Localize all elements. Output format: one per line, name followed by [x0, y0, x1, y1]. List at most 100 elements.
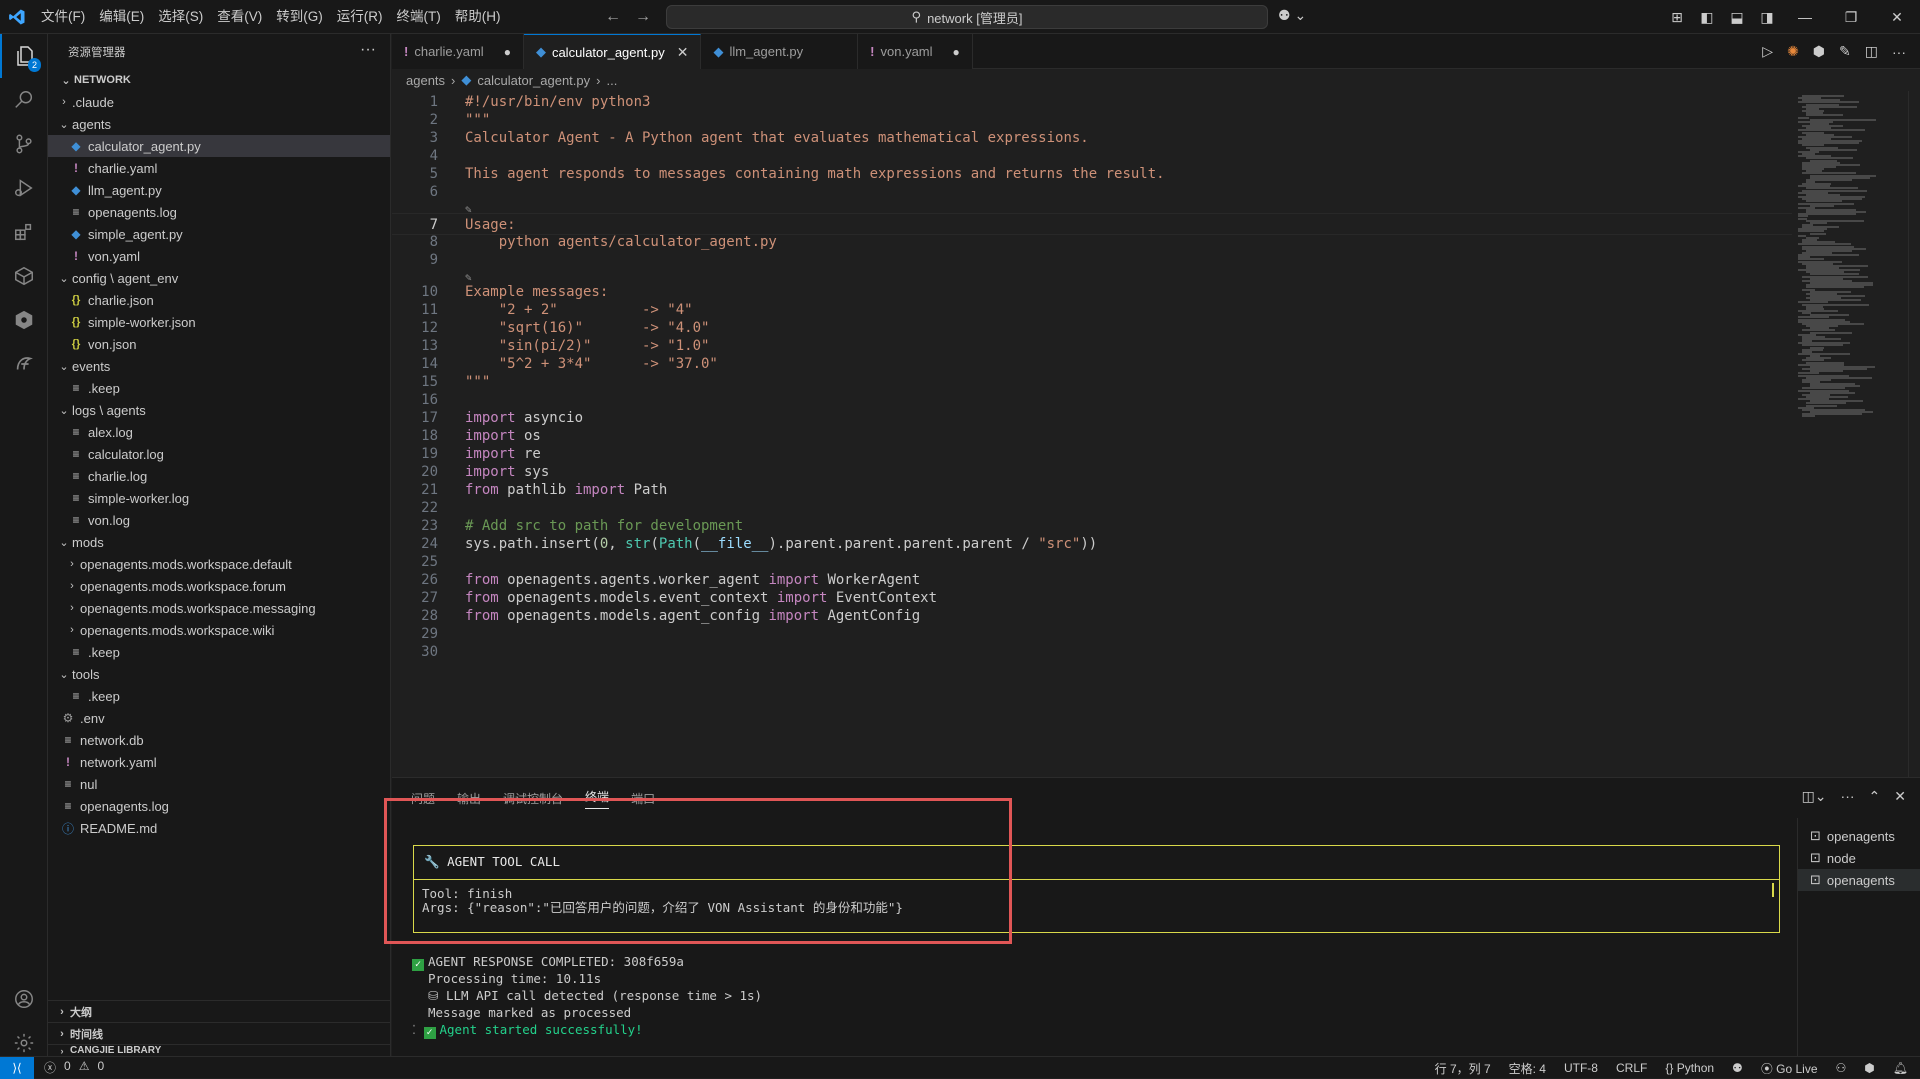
- tree-folder[interactable]: ⌄ logs \ agents: [48, 399, 390, 421]
- tree-folder[interactable]: › openagents.mods.workspace.forum: [48, 575, 390, 597]
- menu-terminal[interactable]: 终端(T): [390, 0, 448, 34]
- back-arrow-icon[interactable]: ←: [605, 8, 621, 26]
- tree-file[interactable]: ◆ llm_agent.py: [48, 179, 390, 201]
- code-line[interactable]: 6: [392, 181, 1792, 203]
- explorer-icon[interactable]: 2: [0, 34, 48, 78]
- tree-file[interactable]: ◆ simple_agent.py: [48, 223, 390, 245]
- remote-explorer-icon[interactable]: [0, 254, 48, 298]
- terminal-item[interactable]: ⊡ node: [1798, 847, 1920, 869]
- tree-folder[interactable]: ⌄ tools: [48, 663, 390, 685]
- tree-folder[interactable]: ⌄ events: [48, 355, 390, 377]
- tree-file[interactable]: ≡ .keep: [48, 377, 390, 399]
- outline-section[interactable]: › 大纲: [48, 1000, 391, 1022]
- status-problems[interactable]: ⓧ 0 ⚠ 0: [34, 1059, 104, 1076]
- gitlens-toolbar-icon[interactable]: ⬢: [1813, 43, 1825, 60]
- menu-file[interactable]: 文件(F): [34, 0, 92, 34]
- tree-file[interactable]: ⚙ .env: [48, 707, 390, 729]
- close-panel-icon[interactable]: ✕: [1894, 788, 1906, 805]
- tree-file[interactable]: ! charlie.yaml: [48, 157, 390, 179]
- ai-assistant-icon[interactable]: [0, 342, 48, 386]
- menu-help[interactable]: 帮助(H): [448, 0, 508, 34]
- compare-icon[interactable]: ✺: [1787, 43, 1799, 60]
- tree-folder[interactable]: › openagents.mods.workspace.messaging: [48, 597, 390, 619]
- breadcrumb-file[interactable]: calculator_agent.py: [477, 73, 590, 88]
- tree-file[interactable]: ≡ network.db: [48, 729, 390, 751]
- tree-file[interactable]: {} von.json: [48, 333, 390, 355]
- tree-file[interactable]: ≡ calculator.log: [48, 443, 390, 465]
- editor-tab[interactable]: ◆ llm_agent.py: [701, 34, 859, 69]
- code-editor[interactable]: 1 #!/usr/bin/env python3 2 """ 3 Calculator A…: [392, 91, 1792, 777]
- run-file-icon[interactable]: ▷: [1762, 43, 1773, 60]
- terminal-item-selected[interactable]: ⊡ openagents: [1798, 869, 1920, 891]
- editor-tab[interactable]: ! von.yaml ●: [858, 34, 973, 69]
- split-editor-icon[interactable]: ◫: [1865, 43, 1878, 60]
- gitlens-icon[interactable]: [0, 298, 48, 342]
- search-view-icon[interactable]: [0, 78, 48, 122]
- tree-file[interactable]: ≡ openagents.log: [48, 201, 390, 223]
- tree-folder[interactable]: › openagents.mods.workspace.default: [48, 553, 390, 575]
- tree-folder[interactable]: › openagents.mods.workspace.wiki: [48, 619, 390, 641]
- tree-file[interactable]: ≡ openagents.log: [48, 795, 390, 817]
- tree-file[interactable]: ≡ simple-worker.log: [48, 487, 390, 509]
- menu-run[interactable]: 运行(R): [330, 0, 390, 34]
- editor-tab[interactable]: ! charlie.yaml ●: [392, 34, 524, 69]
- notifications-bell-icon[interactable]: 🔔︎: [1893, 1061, 1908, 1075]
- line-ending[interactable]: CRLF: [1616, 1061, 1647, 1075]
- menu-go[interactable]: 转到(G): [269, 0, 330, 34]
- tree-file[interactable]: ⓘ README.md: [48, 817, 390, 839]
- minimap[interactable]: [1792, 91, 1907, 777]
- menu-view[interactable]: 查看(V): [210, 0, 269, 34]
- code-line[interactable]: 9: [392, 249, 1792, 271]
- tree-file[interactable]: ≡ charlie.log: [48, 465, 390, 487]
- extensions-icon[interactable]: [0, 210, 48, 254]
- close-window-icon[interactable]: ✕: [1874, 9, 1920, 26]
- tree-file[interactable]: ◆ calculator_agent.py: [48, 135, 390, 157]
- terminal-output[interactable]: 🔧 AGENT TOOL CALL Tool: finish Args: {"r…: [384, 798, 1797, 1068]
- gitlens-status-icon[interactable]: ⬢: [1864, 1061, 1874, 1075]
- cursor-position[interactable]: 行 7，列 7: [1435, 1060, 1491, 1077]
- more-actions-icon[interactable]: ···: [1892, 44, 1906, 60]
- tree-file[interactable]: ≡ .keep: [48, 685, 390, 707]
- workspace-root[interactable]: ⌄ NETWORK: [48, 69, 390, 91]
- unsaved-dot-icon[interactable]: ●: [504, 45, 511, 59]
- breadcrumb-folder[interactable]: agents: [406, 73, 445, 88]
- run-debug-icon[interactable]: [0, 166, 48, 210]
- terminal-scrollbar[interactable]: [1783, 868, 1793, 1068]
- minimize-icon[interactable]: —: [1782, 9, 1828, 25]
- editor-tab[interactable]: ◆ calculator_agent.py ✕: [523, 34, 702, 69]
- encoding[interactable]: UTF-8: [1564, 1061, 1598, 1075]
- more-actions-icon[interactable]: ···: [360, 41, 376, 59]
- tree-file[interactable]: ≡ .keep: [48, 641, 390, 663]
- tree-folder[interactable]: ⌄ config \ agent_env: [48, 267, 390, 289]
- tree-folder[interactable]: ⌄ mods: [48, 531, 390, 553]
- edit-icon[interactable]: ✎: [1839, 43, 1851, 60]
- copilot-chat-icon[interactable]: ⚇: [1836, 1061, 1847, 1075]
- unsaved-dot-icon[interactable]: ●: [953, 45, 960, 59]
- tree-file[interactable]: ! network.yaml: [48, 751, 390, 773]
- source-control-icon[interactable]: [0, 122, 48, 166]
- tree-file[interactable]: {} charlie.json: [48, 289, 390, 311]
- toggle-sidebar-icon[interactable]: ◧: [1692, 9, 1722, 26]
- language-mode[interactable]: {} Python: [1665, 1061, 1714, 1075]
- forward-arrow-icon[interactable]: →: [635, 8, 651, 26]
- copilot-status-icon[interactable]: ⚉: [1732, 1061, 1743, 1075]
- menu-selection[interactable]: 选择(S): [151, 0, 210, 34]
- tree-folder[interactable]: ⌄ agents: [48, 113, 390, 135]
- menu-edit[interactable]: 编辑(E): [92, 0, 151, 34]
- command-center[interactable]: ⚲ network [管理员]: [666, 5, 1268, 29]
- restore-icon[interactable]: ❐: [1828, 9, 1874, 26]
- maximize-panel-icon[interactable]: ⌃: [1869, 788, 1881, 805]
- breadcrumb-symbol[interactable]: ...: [606, 73, 617, 88]
- close-tab-icon[interactable]: ✕: [677, 44, 689, 61]
- toggle-panel-icon[interactable]: ⬓: [1722, 9, 1752, 26]
- tree-file[interactable]: ≡ nul: [48, 773, 390, 795]
- tree-file[interactable]: ≡ alex.log: [48, 421, 390, 443]
- layout-customize-icon[interactable]: ⊞: [1662, 9, 1692, 26]
- tree-file[interactable]: ! von.yaml: [48, 245, 390, 267]
- indentation[interactable]: 空格: 4: [1509, 1060, 1546, 1077]
- tree-folder[interactable]: › .claude: [48, 91, 390, 113]
- timeline-section[interactable]: › 时间线: [48, 1022, 391, 1044]
- tree-file[interactable]: ≡ von.log: [48, 509, 390, 531]
- remote-indicator-icon[interactable]: ⟩⟨: [0, 1056, 34, 1079]
- go-live-button[interactable]: ⦿ Go Live: [1761, 1060, 1818, 1077]
